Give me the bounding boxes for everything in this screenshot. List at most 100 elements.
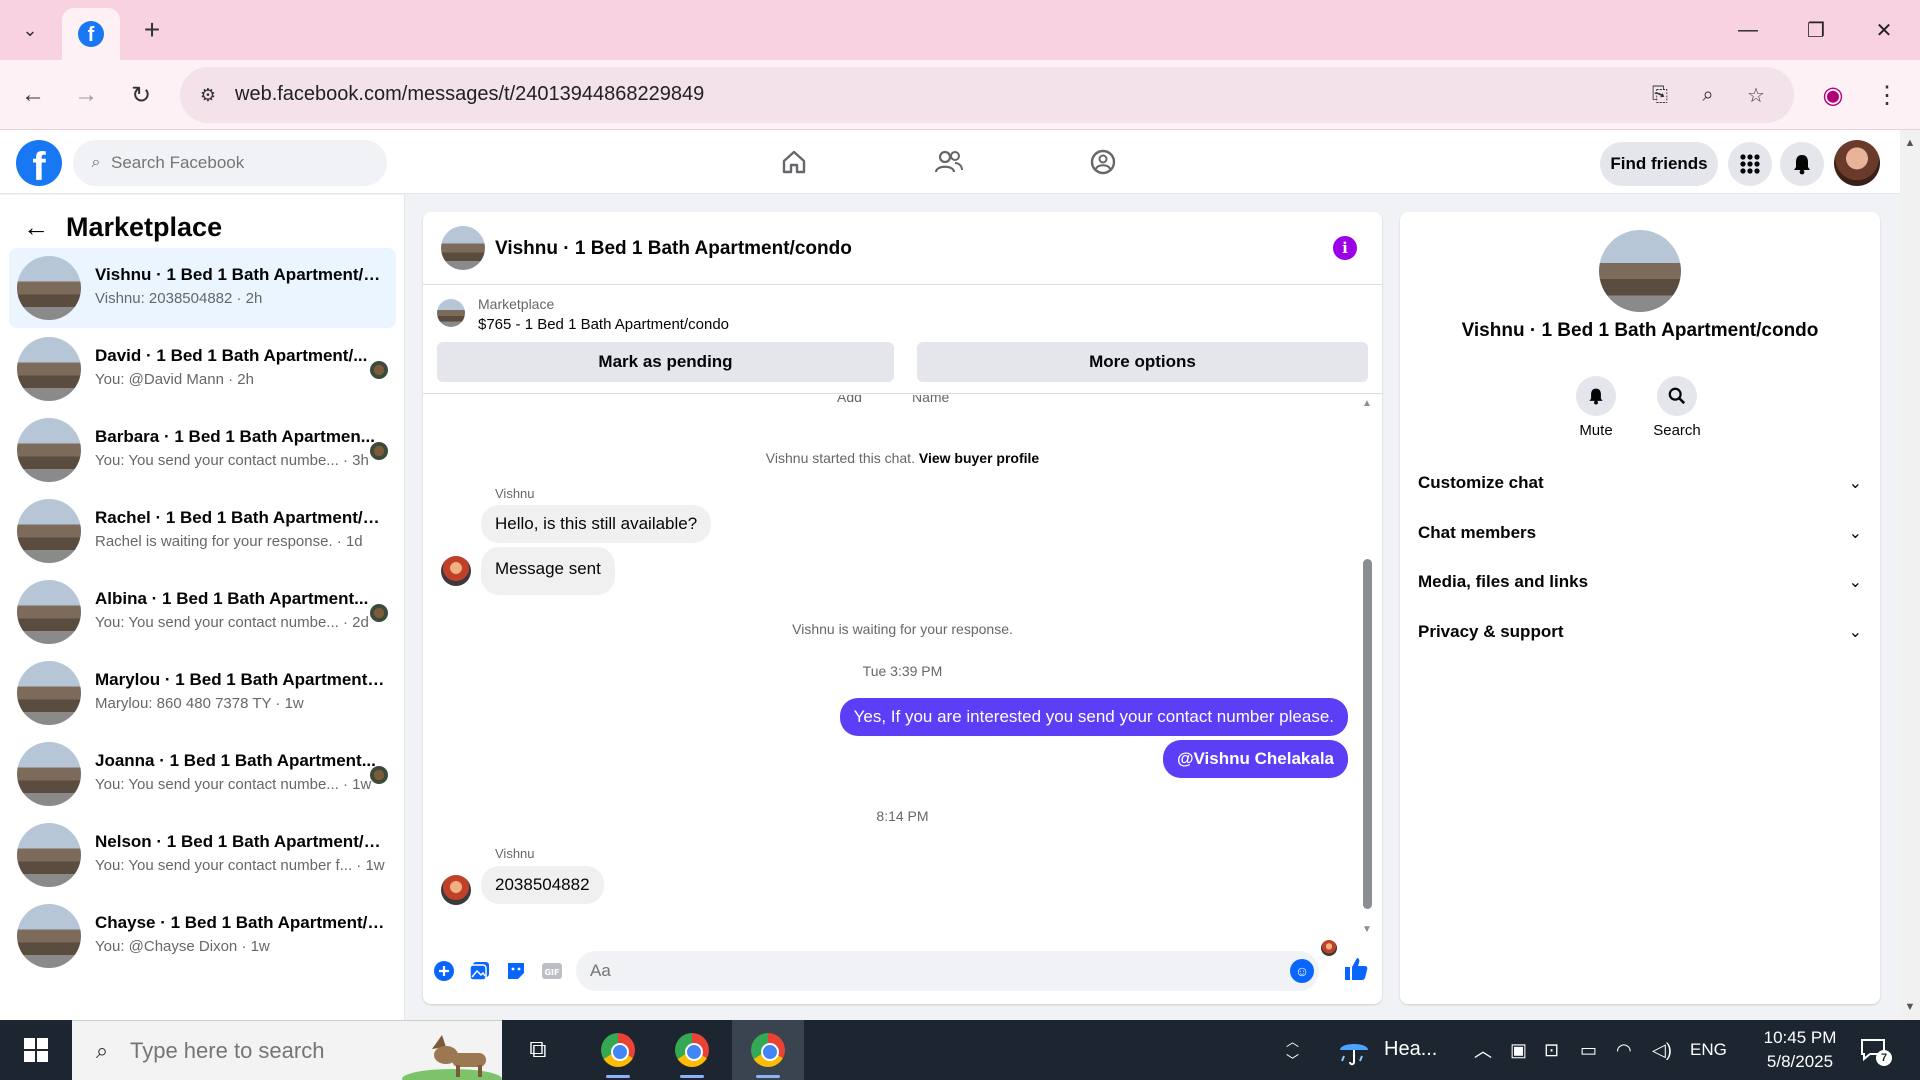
chevron-down-icon[interactable]: ﹀ — [1286, 1050, 1299, 1069]
emoji-icon[interactable]: ☺ — [1290, 959, 1314, 983]
notifications-bell-icon[interactable] — [1780, 142, 1824, 186]
info-icon[interactable]: i — [1333, 236, 1357, 260]
taskbar-chrome-2[interactable] — [656, 1020, 728, 1080]
conversation-item[interactable]: Nelson · 1 Bed 1 Bath Apartment/c... You… — [9, 815, 396, 895]
restore-icon[interactable]: ❐ — [1788, 8, 1844, 52]
start-button[interactable] — [0, 1020, 72, 1080]
weather-text[interactable]: Hea... — [1384, 1038, 1437, 1061]
listing-thumbnail — [17, 904, 81, 968]
clock-date[interactable]: 5/8/2025 — [1750, 1052, 1850, 1072]
reload-icon[interactable]: ↻ — [120, 74, 162, 116]
scroll-thumb[interactable] — [1363, 559, 1372, 909]
taskbar-search[interactable]: ⌕ — [72, 1020, 502, 1080]
account-avatar[interactable] — [1834, 140, 1880, 186]
facebook-search[interactable]: ⌕ — [73, 140, 387, 186]
incoming-message[interactable]: Message sent — [481, 547, 615, 595]
media-files-links-section[interactable]: Media, files and links ⌄ — [1416, 560, 1864, 604]
listing-price[interactable]: $765 - 1 Bed 1 Bath Apartment/condo — [478, 316, 729, 333]
scroll-up-arrow-icon[interactable]: ▲ — [1361, 397, 1373, 409]
scroll-down-arrow-icon[interactable]: ▼ — [1904, 1000, 1916, 1014]
incoming-message[interactable]: Hello, is this still available? — [481, 505, 712, 543]
browser-menu-icon[interactable]: ⋮ — [1866, 74, 1908, 116]
conversation-item[interactable]: Barbara · 1 Bed 1 Bath Apartmen... You: … — [9, 410, 396, 490]
profile-icon[interactable]: ◉ — [1812, 74, 1854, 116]
privacy-support-section[interactable]: Privacy & support ⌄ — [1416, 610, 1864, 654]
sticker-icon[interactable] — [503, 958, 529, 984]
facebook-search-input[interactable] — [111, 140, 371, 186]
conversation-item[interactable]: Joanna · 1 Bed 1 Bath Apartment... You: … — [9, 734, 396, 814]
volume-icon[interactable]: ◁) — [1652, 1038, 1672, 1062]
chevron-down-icon: ⌄ — [1848, 624, 1862, 641]
forward-arrow-icon[interactable]: → — [65, 74, 107, 116]
facebook-logo-icon[interactable]: f — [16, 140, 62, 186]
message-input-container[interactable]: ☺ — [576, 951, 1319, 991]
home-nav-icon[interactable] — [744, 138, 844, 186]
chevron-up-icon[interactable]: ︿ — [1286, 1031, 1299, 1050]
conversation-item[interactable]: Rachel · 1 Bed 1 Bath Apartment/c... Rac… — [9, 491, 396, 571]
find-friends-button[interactable]: Find friends — [1600, 142, 1718, 186]
more-options-button[interactable]: More options — [917, 342, 1368, 382]
outgoing-message[interactable]: Yes, If you are interested you send your… — [839, 698, 1348, 736]
task-view-button[interactable]: ⧉ — [502, 1020, 574, 1080]
sender-avatar[interactable] — [441, 875, 471, 905]
taskbar-chrome-1[interactable] — [582, 1020, 654, 1080]
weather-rain-icon[interactable] — [1336, 1032, 1372, 1068]
outgoing-message[interactable]: @Vishnu Chelakala — [1162, 740, 1348, 778]
conversation-item[interactable]: Vishnu · 1 Bed 1 Bath Apartment/c... Vis… — [9, 248, 396, 328]
message-input[interactable] — [590, 951, 1270, 991]
friends-nav-icon[interactable] — [899, 138, 999, 186]
taskbar-scroll-arrows[interactable]: ︿ ﹀ — [1286, 1024, 1299, 1076]
conversation-item[interactable]: David · 1 Bed 1 Bath Apartment/... You: … — [9, 329, 396, 409]
mute-button[interactable]: Mute — [1556, 376, 1636, 446]
add-plus-icon[interactable] — [431, 958, 457, 984]
view-buyer-profile-link[interactable]: View buyer profile — [919, 450, 1039, 466]
conversation-name: David · 1 Bed 1 Bath Apartment/... — [95, 346, 368, 365]
bookmark-star-icon[interactable]: ☆ — [1740, 79, 1772, 111]
chat-listing-thumbnail[interactable] — [441, 226, 485, 270]
address-bar[interactable]: ⚙ web.facebook.com/messages/t/2401394486… — [180, 67, 1794, 123]
scroll-down-arrow-icon[interactable]: ▼ — [1361, 923, 1373, 935]
customize-chat-section[interactable]: Customize chat ⌄ — [1416, 461, 1864, 505]
battery-icon[interactable]: ▭ — [1580, 1038, 1597, 1062]
conversation-item[interactable]: Marylou · 1 Bed 1 Bath Apartment/... Mar… — [9, 653, 396, 733]
meet-now-icon[interactable]: ▣ — [1510, 1038, 1527, 1062]
listing-thumbnail[interactable] — [437, 299, 465, 327]
close-window-icon[interactable]: ✕ — [1856, 8, 1912, 52]
groups-nav-icon[interactable] — [1053, 138, 1153, 186]
menu-grid-icon[interactable] — [1728, 142, 1772, 186]
incoming-message[interactable]: 2038504882 — [481, 866, 604, 904]
clock-time[interactable]: 10:45 PM — [1750, 1028, 1850, 1048]
search-conversation-button[interactable]: Search — [1637, 376, 1717, 446]
minimize-icon[interactable]: — — [1720, 8, 1776, 52]
search-icon: ⌕ — [91, 154, 101, 171]
new-tab-plus-icon[interactable]: + — [134, 12, 170, 48]
chat-members-section[interactable]: Chat members ⌄ — [1416, 511, 1864, 555]
chat-title[interactable]: Vishnu · 1 Bed 1 Bath Apartment/condo — [495, 238, 852, 260]
photo-gallery-icon[interactable] — [467, 958, 493, 984]
conversation-item[interactable]: Albina · 1 Bed 1 Bath Apartment... You: … — [9, 572, 396, 652]
tab-list-chevron-icon[interactable]: ⌄ — [8, 10, 52, 50]
page-scrollbar[interactable]: ▲ ▼ — [1900, 130, 1920, 1020]
like-thumbs-up-icon[interactable] — [1343, 956, 1369, 982]
wifi-icon[interactable]: ◠ — [1616, 1038, 1632, 1062]
install-app-icon[interactable]: ⎘ — [1644, 79, 1676, 111]
site-info-icon[interactable]: ⚙ — [194, 81, 222, 109]
taskbar-search-input[interactable] — [130, 1021, 430, 1080]
zoom-icon[interactable]: ⌕ — [1692, 79, 1724, 111]
back-arrow-icon[interactable]: ← — [12, 74, 54, 116]
info-listing-thumbnail[interactable] — [1599, 230, 1681, 312]
gif-icon[interactable]: GIF — [539, 958, 565, 984]
sender-avatar[interactable] — [441, 556, 471, 586]
display-icon[interactable]: ⊡ — [1544, 1038, 1559, 1062]
notification-center-icon[interactable]: 7 — [1856, 1036, 1892, 1066]
show-hidden-icons-chevron-icon[interactable]: ︿ — [1474, 1038, 1492, 1062]
language-indicator[interactable]: ENG — [1690, 1040, 1727, 1060]
mark-as-pending-button[interactable]: Mark as pending — [437, 342, 894, 382]
taskbar-chrome-3[interactable] — [732, 1020, 804, 1080]
back-arrow-icon[interactable]: ← — [20, 211, 52, 243]
scroll-up-arrow-icon[interactable]: ▲ — [1904, 136, 1916, 150]
message-scrollbar[interactable]: ▲ ▼ — [1361, 395, 1373, 940]
browser-tab-facebook[interactable]: f — [62, 8, 120, 60]
conversation-item[interactable]: Chayse · 1 Bed 1 Bath Apartment/c... You… — [9, 896, 396, 976]
url-text[interactable]: web.facebook.com/messages/t/240139448682… — [235, 83, 704, 106]
